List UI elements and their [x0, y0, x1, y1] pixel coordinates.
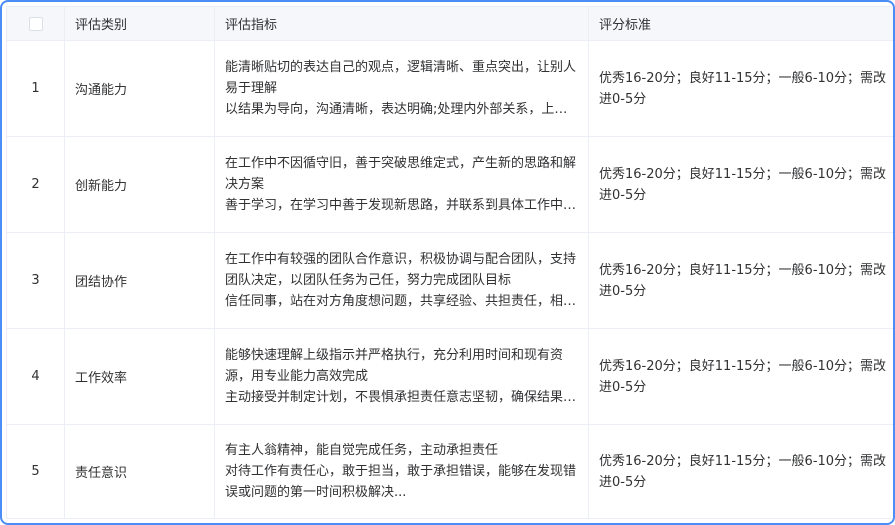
- header-category: 评估类别: [64, 6, 215, 41]
- row-criteria: 有主人翁精神，能自觉完成任务，主动承担责任 对待工作有责任心，敢于担当，敢于承担…: [214, 424, 589, 519]
- row-index: 5: [6, 424, 65, 519]
- table-row[interactable]: 2 创新能力 在工作中不因循守旧，善于突破思维定式，产生新的思路和解决方案 善于…: [6, 136, 893, 233]
- criteria-line-1: 有主人翁精神，能自觉完成任务，主动承担责任: [225, 443, 499, 458]
- select-all-checkbox[interactable]: [28, 16, 43, 31]
- header-select-all[interactable]: [6, 6, 65, 41]
- criteria-line-2: 主动接受并制定计划，不畏惧承担责任意志坚韧，确保结果…: [225, 390, 577, 405]
- row-criteria: 在工作中不因循守旧，善于突破思维定式，产生新的思路和解决方案 善于学习，在学习中…: [214, 136, 589, 233]
- criteria-line-1: 能清晰贴切的表达自己的观点，逻辑清晰、重点突出，让别人易于理解: [225, 60, 577, 96]
- row-category: 工作效率: [64, 328, 215, 425]
- header-standard: 评分标准: [588, 6, 893, 41]
- row-criteria: 在工作中有较强的团队合作意识，积极协调与配合团队，支持团队决定，以团队任务为己任…: [214, 232, 589, 329]
- criteria-line-2: 对待工作有责任心，敢于担当，敢于承担错误，能够在发现错误或问题的第一时间积极解决…: [225, 464, 577, 500]
- evaluation-table-panel: 评估类别 评估指标 评分标准 1 沟通能力 能清晰贴切的表达自己的观点，逻辑清晰…: [0, 0, 895, 525]
- row-index: 1: [6, 40, 65, 137]
- criteria-line-2: 信任同事，站在对方角度想问题，共享经验、共担责任，相…: [225, 294, 577, 309]
- criteria-line-1: 在工作中不因循守旧，善于突破思维定式，产生新的思路和解决方案: [225, 156, 577, 192]
- criteria-line-1: 能够快速理解上级指示并严格执行，充分利用时间和现有资源，用专业能力高效完成: [225, 348, 564, 384]
- row-category: 沟通能力: [64, 40, 215, 137]
- row-index: 2: [6, 136, 65, 233]
- table-row[interactable]: 4 工作效率 能够快速理解上级指示并严格执行，充分利用时间和现有资源，用专业能力…: [6, 328, 893, 425]
- row-standard: 优秀16-20分；良好11-15分；一般6-10分；需改进0-5分: [588, 136, 893, 233]
- header-criteria: 评估指标: [214, 6, 589, 41]
- row-standard: 优秀16-20分；良好11-15分；一般6-10分；需改进0-5分: [588, 40, 893, 137]
- row-standard: 优秀16-20分；良好11-15分；一般6-10分；需改进0-5分: [588, 232, 893, 329]
- table-row[interactable]: 5 责任意识 有主人翁精神，能自觉完成任务，主动承担责任 对待工作有责任心，敢于…: [6, 424, 893, 519]
- table-row[interactable]: 1 沟通能力 能清晰贴切的表达自己的观点，逻辑清晰、重点突出，让别人易于理解 以…: [6, 40, 893, 137]
- evaluation-table: 评估类别 评估指标 评分标准 1 沟通能力 能清晰贴切的表达自己的观点，逻辑清晰…: [6, 6, 893, 519]
- criteria-line-2: 善于学习，在学习中善于发现新思路，并联系到具体工作中…: [225, 198, 577, 213]
- header-row: 评估类别 评估指标 评分标准: [6, 6, 893, 41]
- criteria-line-2: 以结果为导向，沟通清晰，表达明确;处理内外部关系，上下…: [225, 102, 580, 117]
- row-standard: 优秀16-20分；良好11-15分；一般6-10分；需改进0-5分: [588, 424, 893, 519]
- row-criteria: 能够快速理解上级指示并严格执行，充分利用时间和现有资源，用专业能力高效完成 主动…: [214, 328, 589, 425]
- table-row[interactable]: 3 团结协作 在工作中有较强的团队合作意识，积极协调与配合团队，支持团队决定，以…: [6, 232, 893, 329]
- row-index: 3: [6, 232, 65, 329]
- row-category: 创新能力: [64, 136, 215, 233]
- row-standard: 优秀16-20分；良好11-15分；一般6-10分；需改进0-5分: [588, 328, 893, 425]
- row-category: 团结协作: [64, 232, 215, 329]
- row-index: 4: [6, 328, 65, 425]
- table-header: 评估类别 评估指标 评分标准: [6, 6, 893, 41]
- row-criteria: 能清晰贴切的表达自己的观点，逻辑清晰、重点突出，让别人易于理解 以结果为导向，沟…: [214, 40, 589, 137]
- criteria-line-1: 在工作中有较强的团队合作意识，积极协调与配合团队，支持团队决定，以团队任务为己任…: [225, 252, 577, 288]
- row-category: 责任意识: [64, 424, 215, 519]
- table-body: 1 沟通能力 能清晰贴切的表达自己的观点，逻辑清晰、重点突出，让别人易于理解 以…: [6, 40, 893, 519]
